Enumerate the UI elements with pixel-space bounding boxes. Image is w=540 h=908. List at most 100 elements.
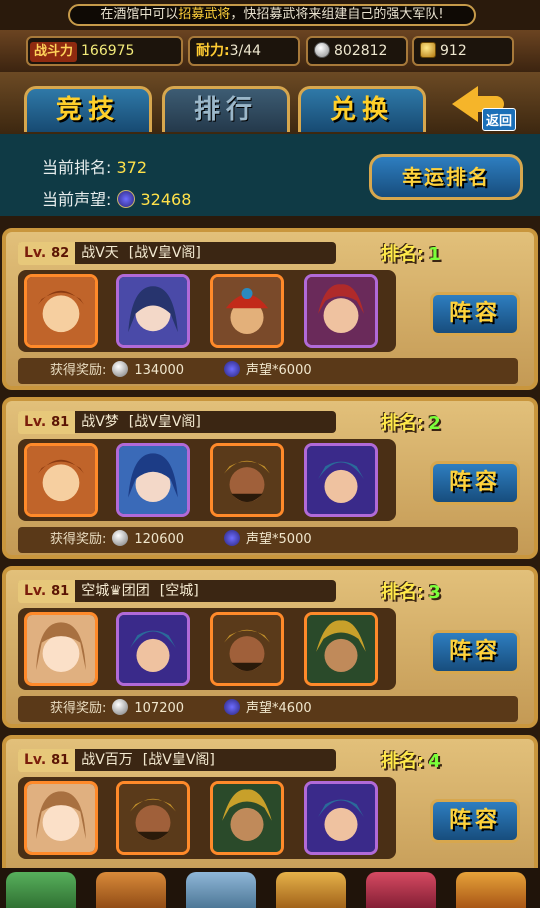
- player-namebar: Lv. 82 战V天 [战V皇V阁]: [18, 242, 336, 265]
- prestige-icon: [224, 699, 241, 715]
- hero-portrait[interactable]: [116, 443, 190, 517]
- silver-coin-icon: [112, 361, 129, 377]
- tab-bar: 竞技 排行 兑换 返回: [0, 72, 540, 134]
- combat-power: 战斗力 166975: [26, 36, 183, 66]
- gold-balance: 912: [412, 36, 514, 66]
- hero-portrait[interactable]: [116, 274, 190, 348]
- player-name: 战V天: [81, 245, 119, 261]
- current-prestige-label: 当前声望:: [42, 190, 112, 209]
- tab-arena[interactable]: 竞技: [24, 86, 152, 132]
- nav-gem-icon[interactable]: [366, 872, 436, 908]
- lineup-button[interactable]: 阵容: [430, 292, 520, 336]
- reward-label: 获得奖励:: [50, 363, 107, 378]
- news-ticker: 在酒馆中可以招募武将，快招募武将来组建自己的强大军队!: [68, 4, 476, 26]
- level-value: 81: [51, 753, 70, 768]
- nav-battle-icon[interactable]: [186, 872, 256, 908]
- hero-lineup: [18, 270, 396, 352]
- reward-silver: 107200: [134, 701, 185, 716]
- ticker-highlight: 招募武将: [178, 7, 231, 22]
- level-value: 82: [51, 246, 70, 261]
- tab-exchange[interactable]: 兑换: [298, 86, 426, 132]
- player-namebar: Lv. 81 空城♛团团 [空城]: [18, 580, 336, 603]
- lineup-button[interactable]: 阵容: [430, 630, 520, 674]
- prestige-icon: [116, 190, 135, 208]
- rank-label: 排名:: [381, 413, 425, 434]
- tab-ranking[interactable]: 排行: [162, 86, 290, 132]
- guild-name: [战V皇V阁]: [142, 752, 215, 768]
- reward-prestige: 声望*6000: [246, 363, 312, 378]
- stamina-value: 3/44: [229, 43, 262, 59]
- reward-silver: 120600: [134, 532, 185, 547]
- rank-label: 排名:: [381, 244, 425, 265]
- lucky-rank-button[interactable]: 幸运排名: [369, 154, 523, 200]
- reward-prestige: 声望*5000: [246, 532, 312, 547]
- reward-row: 获得奖励: 134000 声望*6000: [18, 358, 518, 384]
- level-badge: Lv. 81: [18, 749, 76, 772]
- nav-map-icon[interactable]: [276, 872, 346, 908]
- hero-portrait[interactable]: [24, 612, 98, 686]
- silver-value: 802812: [334, 43, 388, 59]
- lineup-button[interactable]: 阵容: [430, 461, 520, 505]
- silver-coin-icon: [314, 42, 330, 58]
- level-badge: Lv. 81: [18, 580, 76, 603]
- player-name: 战V百万: [81, 752, 133, 768]
- ranking-entry-2: Lv. 81 战V梦 [战V皇V阁] 排名: 2 阵容 获得奖励: 120600 声望*5…: [2, 397, 538, 559]
- ranking-list[interactable]: Lv. 82 战V天 [战V皇V阁] 排名: 1 阵容 获得奖励: 134000 声望*6…: [0, 216, 540, 897]
- hero-portrait[interactable]: [304, 781, 378, 855]
- level-label: Lv.: [24, 583, 47, 599]
- hero-portrait[interactable]: [24, 274, 98, 348]
- level-value: 81: [51, 415, 70, 430]
- hero-portrait[interactable]: [304, 443, 378, 517]
- hero-lineup: [18, 439, 396, 521]
- prestige-icon: [224, 530, 241, 546]
- lineup-button[interactable]: 阵容: [430, 799, 520, 843]
- guild-name: [战V皇V阁]: [128, 414, 201, 430]
- nav-chest-icon[interactable]: [456, 872, 526, 908]
- hero-portrait[interactable]: [210, 274, 284, 348]
- rank-tag: 排名: 3: [381, 578, 441, 604]
- silver-coin-icon: [112, 530, 129, 546]
- resource-bar: 战斗力 166975 耐力:3/44 802812 912: [0, 30, 540, 72]
- rank-number: 3: [428, 582, 441, 603]
- stamina: 耐力:3/44: [188, 36, 300, 66]
- silver-coin-icon: [112, 699, 129, 715]
- rank-number: 4: [428, 751, 441, 772]
- level-label: Lv.: [24, 245, 47, 261]
- hero-portrait[interactable]: [210, 781, 284, 855]
- level-value: 81: [51, 584, 70, 599]
- nav-recruit-icon[interactable]: [6, 872, 76, 908]
- hero-lineup: [18, 777, 396, 859]
- bottom-nav: [0, 868, 540, 908]
- prestige-icon: [224, 361, 241, 377]
- back-button[interactable]: 返回: [448, 78, 528, 134]
- current-prestige-value: 32468: [140, 190, 192, 209]
- combat-power-value: 166975: [81, 43, 135, 59]
- ticker-text-pre: 在酒馆中可以: [100, 7, 179, 22]
- hero-portrait[interactable]: [210, 612, 284, 686]
- reward-silver: 134000: [134, 363, 185, 378]
- gold-coin-icon: [420, 42, 436, 58]
- rank-tag: 排名: 4: [381, 747, 441, 773]
- hero-portrait[interactable]: [116, 781, 190, 855]
- reward-label: 获得奖励:: [50, 701, 107, 716]
- ranking-entry-1: Lv. 82 战V天 [战V皇V阁] 排名: 1 阵容 获得奖励: 134000 声望*6…: [2, 228, 538, 390]
- reward-prestige: 声望*4600: [246, 701, 312, 716]
- back-label: 返回: [482, 108, 517, 131]
- reward-row: 获得奖励: 120600 声望*5000: [18, 527, 518, 553]
- ticker-bar: 在酒馆中可以招募武将，快招募武将来组建自己的强大军队!: [0, 0, 540, 30]
- hero-portrait[interactable]: [24, 781, 98, 855]
- guild-name: [战V皇V阁]: [128, 245, 201, 261]
- hero-portrait[interactable]: [304, 612, 378, 686]
- hero-portrait[interactable]: [210, 443, 284, 517]
- stamina-label: 耐力:: [196, 43, 230, 59]
- hero-portrait[interactable]: [116, 612, 190, 686]
- hero-portrait[interactable]: [24, 443, 98, 517]
- current-rank-label: 当前排名:: [42, 158, 112, 177]
- nav-scroll-icon[interactable]: [96, 872, 166, 908]
- ticker-text-post: ，快招募武将来组建自己的强大军队!: [230, 7, 444, 22]
- player-name: 空城♛团团: [81, 583, 150, 599]
- combat-power-label: 战斗力: [30, 42, 78, 62]
- hero-portrait[interactable]: [304, 274, 378, 348]
- current-rank-value: 372: [116, 158, 148, 177]
- current-prestige: 当前声望: 32468: [42, 186, 191, 210]
